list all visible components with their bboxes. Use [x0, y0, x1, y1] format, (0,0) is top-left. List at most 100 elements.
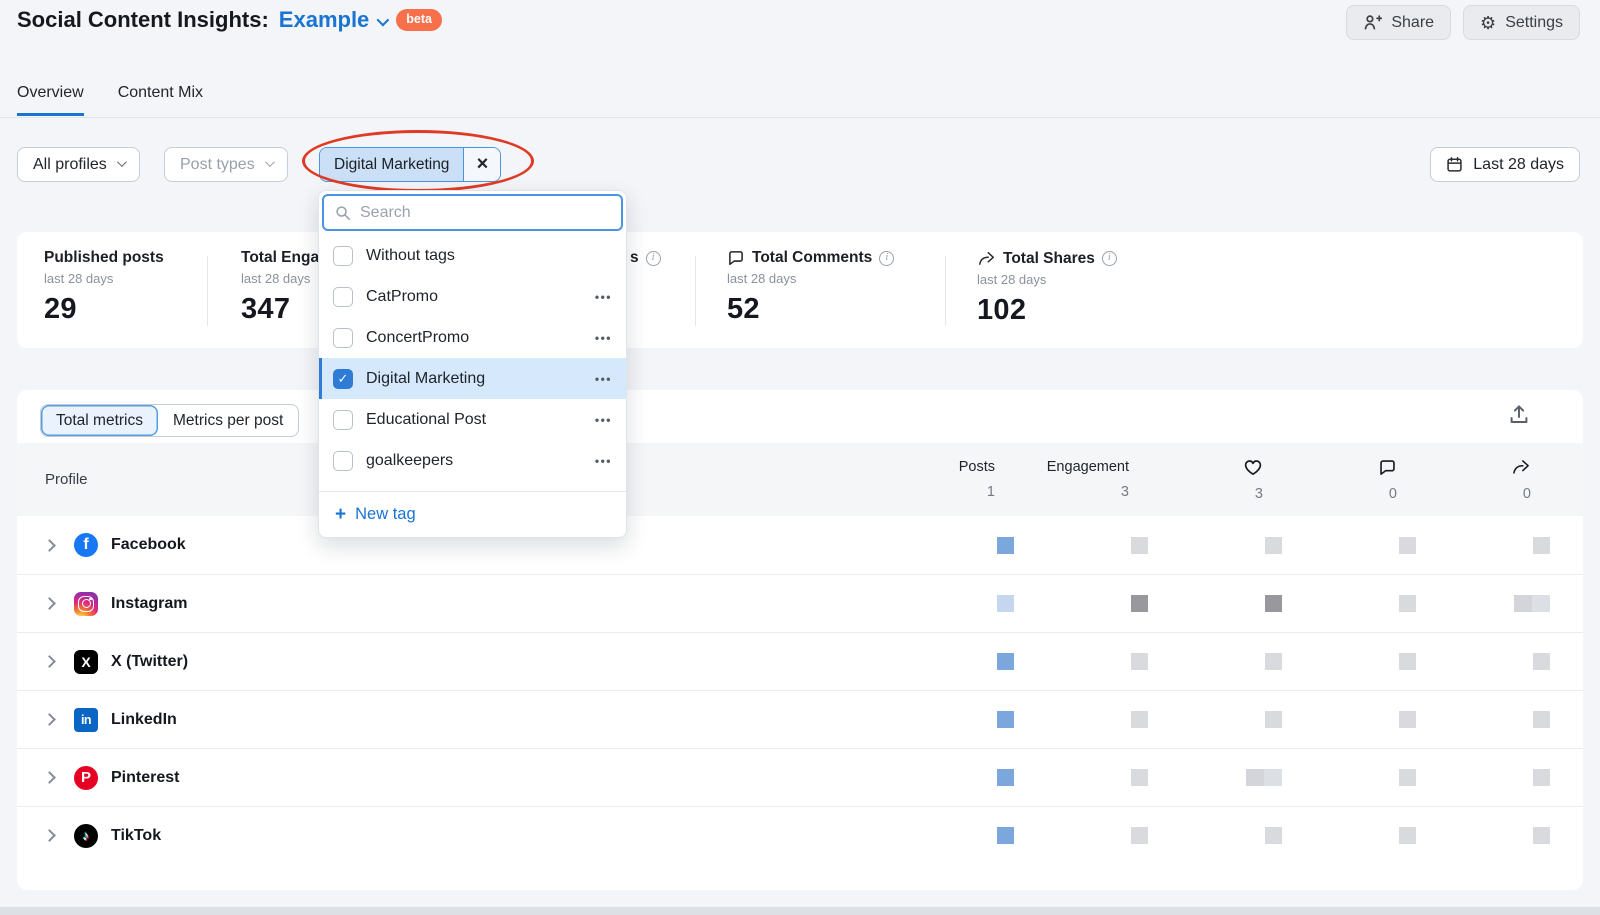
profiles-filter-button[interactable]: All profiles	[17, 147, 140, 182]
share-button-label: Share	[1391, 14, 1434, 32]
tag-item-label[interactable]: Without tags	[366, 247, 612, 265]
table-row-facebook[interactable]: f Facebook	[17, 516, 1583, 574]
tag-search-input[interactable]	[360, 204, 610, 222]
info-icon[interactable]: i	[646, 251, 661, 266]
tab-content-mix[interactable]: Content Mix	[118, 84, 203, 116]
metric-total-comments: Total Comments i last 28 days 52	[727, 249, 894, 326]
tag-item-without-tags[interactable]: ✓ Without tags	[319, 235, 626, 276]
tag-menu-dots-icon[interactable]: •••	[595, 413, 612, 427]
comments-column-total: 0	[1389, 486, 1397, 502]
info-icon[interactable]: i	[1102, 251, 1117, 266]
metric-title: Published posts	[44, 249, 164, 267]
date-range-button[interactable]: Last 28 days	[1430, 147, 1580, 182]
pinterest-icon: P	[74, 766, 98, 790]
chevron-right-icon[interactable]	[43, 597, 56, 610]
tag-menu-dots-icon[interactable]: •••	[595, 290, 612, 304]
posts-cell	[997, 537, 1014, 554]
chevron-right-icon[interactable]	[43, 713, 56, 726]
x-letter: X	[81, 654, 90, 670]
remove-tag-button[interactable]: ×	[463, 148, 500, 181]
chevron-right-icon[interactable]	[43, 771, 56, 784]
toggle-total-metrics[interactable]: Total metrics	[41, 405, 158, 436]
checkbox[interactable]: ✓	[333, 287, 353, 307]
tag-menu-dots-icon[interactable]: •••	[595, 372, 612, 386]
post-types-filter-button[interactable]: Post types	[164, 147, 288, 182]
checkbox[interactable]: ✓	[333, 451, 353, 471]
tag-item-catpromo[interactable]: ✓ CatPromo •••	[319, 276, 626, 317]
profile-cell[interactable]: ♪ TikTok	[45, 824, 883, 848]
profile-name: TikTok	[111, 827, 161, 845]
table-row-pinterest[interactable]: P Pinterest	[17, 748, 1583, 806]
posts-cell	[997, 769, 1014, 786]
table-row-tiktok[interactable]: ♪ TikTok	[17, 806, 1583, 864]
tag-item-digital-marketing[interactable]: ✓ Digital Marketing •••	[319, 358, 626, 399]
profile-cell[interactable]: X X (Twitter)	[45, 650, 883, 674]
profiles-table-card: Total metrics Metrics per post Profile P…	[17, 390, 1583, 890]
metric-subtitle: last 28 days	[977, 272, 1117, 287]
metric-value: 52	[727, 293, 894, 326]
checkbox[interactable]: ✓	[333, 328, 353, 348]
profile-name: LinkedIn	[111, 711, 177, 729]
share-button[interactable]: Share	[1346, 5, 1451, 40]
top-actions: Share ⚙ Settings	[1346, 5, 1580, 40]
linkedin-letters: in	[81, 713, 91, 727]
settings-button[interactable]: ⚙ Settings	[1463, 5, 1580, 40]
selected-tag-chip[interactable]: Digital Marketing ×	[319, 147, 501, 182]
engagement-cell	[1131, 827, 1148, 844]
check-icon: ✓	[338, 372, 349, 385]
table-row-instagram[interactable]: Instagram	[17, 574, 1583, 632]
posts-cell	[997, 653, 1014, 670]
tag-item-goalkeepers[interactable]: ✓ goalkeepers •••	[319, 440, 626, 481]
profile-cell[interactable]: P Pinterest	[45, 766, 883, 790]
tag-item-label[interactable]: ConcertPromo	[366, 329, 582, 347]
profile-cell[interactable]: in LinkedIn	[45, 708, 883, 732]
column-engagement: Engagement 3	[1017, 459, 1151, 500]
chevron-down-icon	[117, 157, 127, 167]
tag-search-box[interactable]	[322, 194, 623, 231]
checkbox[interactable]: ✓	[333, 246, 353, 266]
chevron-right-icon[interactable]	[43, 829, 56, 842]
comments-cell	[1399, 653, 1416, 670]
date-range-label: Last 28 days	[1473, 156, 1564, 174]
new-tag-label: New tag	[355, 505, 416, 524]
engagement-cell	[1131, 595, 1148, 612]
new-tag-button[interactable]: + New tag	[319, 491, 626, 537]
engagement-cell	[1131, 769, 1148, 786]
instagram-icon	[74, 592, 98, 616]
export-button[interactable]	[1507, 403, 1531, 427]
table-row-linkedin[interactable]: in LinkedIn	[17, 690, 1583, 748]
engagement-column-total: 3	[1121, 484, 1129, 500]
metric-published-posts: Published posts last 28 days 29	[44, 249, 164, 326]
table-row-x-twitter[interactable]: X X (Twitter)	[17, 632, 1583, 690]
profile-cell[interactable]: Instagram	[45, 592, 883, 616]
tiktok-note: ♪	[83, 828, 90, 843]
comments-cell	[1399, 827, 1416, 844]
selected-tag-label[interactable]: Digital Marketing	[320, 148, 463, 181]
shares-cell	[1533, 653, 1550, 670]
tag-menu-dots-icon[interactable]: •••	[595, 454, 612, 468]
project-selector[interactable]: Example	[279, 7, 387, 33]
plus-icon: +	[335, 505, 346, 524]
checkbox[interactable]: ✓	[333, 410, 353, 430]
chevron-right-icon[interactable]	[43, 655, 56, 668]
column-shares: 0	[1419, 457, 1553, 502]
checkbox[interactable]: ✓	[333, 369, 353, 389]
tag-item-label[interactable]: CatPromo	[366, 288, 582, 306]
info-icon[interactable]: i	[879, 251, 894, 266]
tag-item-label[interactable]: Educational Post	[366, 411, 582, 429]
metrics-summary-card: Published posts last 28 days 29 Total En…	[17, 232, 1583, 348]
tag-item-concertpromo[interactable]: ✓ ConcertPromo •••	[319, 317, 626, 358]
project-name[interactable]: Example	[279, 7, 370, 33]
likes-cell	[1265, 537, 1282, 554]
column-posts: Posts 1	[883, 459, 1017, 500]
tag-item-label[interactable]: goalkeepers	[366, 452, 582, 470]
likes-column-total: 3	[1255, 486, 1263, 502]
tab-overview[interactable]: Overview	[17, 84, 84, 116]
tag-item-educational-post[interactable]: ✓ Educational Post •••	[319, 399, 626, 440]
share-arrow-icon	[1511, 457, 1531, 477]
toggle-metrics-per-post[interactable]: Metrics per post	[158, 405, 298, 436]
tag-menu-dots-icon[interactable]: •••	[595, 331, 612, 345]
chevron-right-icon[interactable]	[43, 539, 56, 552]
tag-item-label[interactable]: Digital Marketing	[366, 370, 582, 388]
profile-name: X (Twitter)	[111, 653, 188, 671]
